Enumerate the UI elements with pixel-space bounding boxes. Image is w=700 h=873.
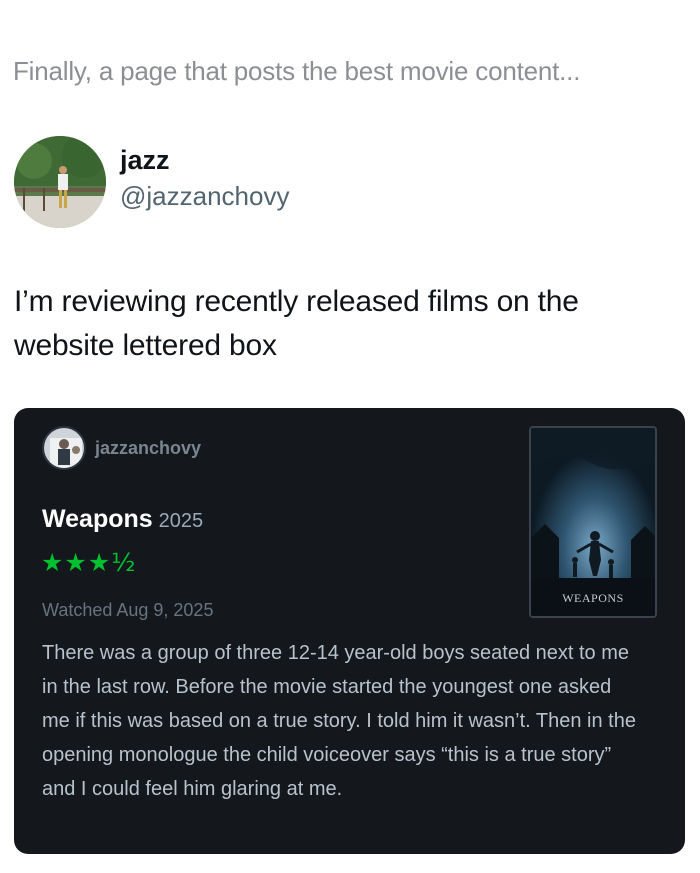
author-display-name[interactable]: jazz <box>120 144 289 176</box>
author-avatar[interactable] <box>14 136 106 228</box>
film-title: Weapons 2025 <box>42 505 203 534</box>
poster-title: WEAPONS <box>562 591 624 605</box>
film-name: Weapons <box>42 505 153 533</box>
author-handle[interactable]: @jazzanchovy <box>120 180 289 212</box>
poster-artwork-icon <box>531 428 655 616</box>
tweet-text: I’m reviewing recently released films on… <box>14 285 579 362</box>
reviewer-username: jazzanchovy <box>95 437 202 458</box>
avatar-photo-icon <box>14 136 106 228</box>
film-poster: WEAPONS <box>529 426 657 618</box>
reviewer: jazzanchovy <box>42 426 201 470</box>
watched-date: Watched Aug 9, 2025 <box>42 600 214 620</box>
star-rating: ★★★½ <box>41 548 137 577</box>
film-year: 2025 <box>158 510 204 532</box>
review-card-image[interactable]: jazzanchovy Weapons 2025 ★★★½ Watched Au… <box>14 408 685 854</box>
post-caption: Finally, a page that posts the best movi… <box>13 56 581 86</box>
review-text: There was a group of three 12-14 year-ol… <box>42 642 636 800</box>
reviewer-avatar <box>42 426 86 470</box>
tweet-author[interactable]: jazz @jazzanchovy <box>14 136 289 228</box>
reviewer-avatar-icon <box>44 428 84 468</box>
